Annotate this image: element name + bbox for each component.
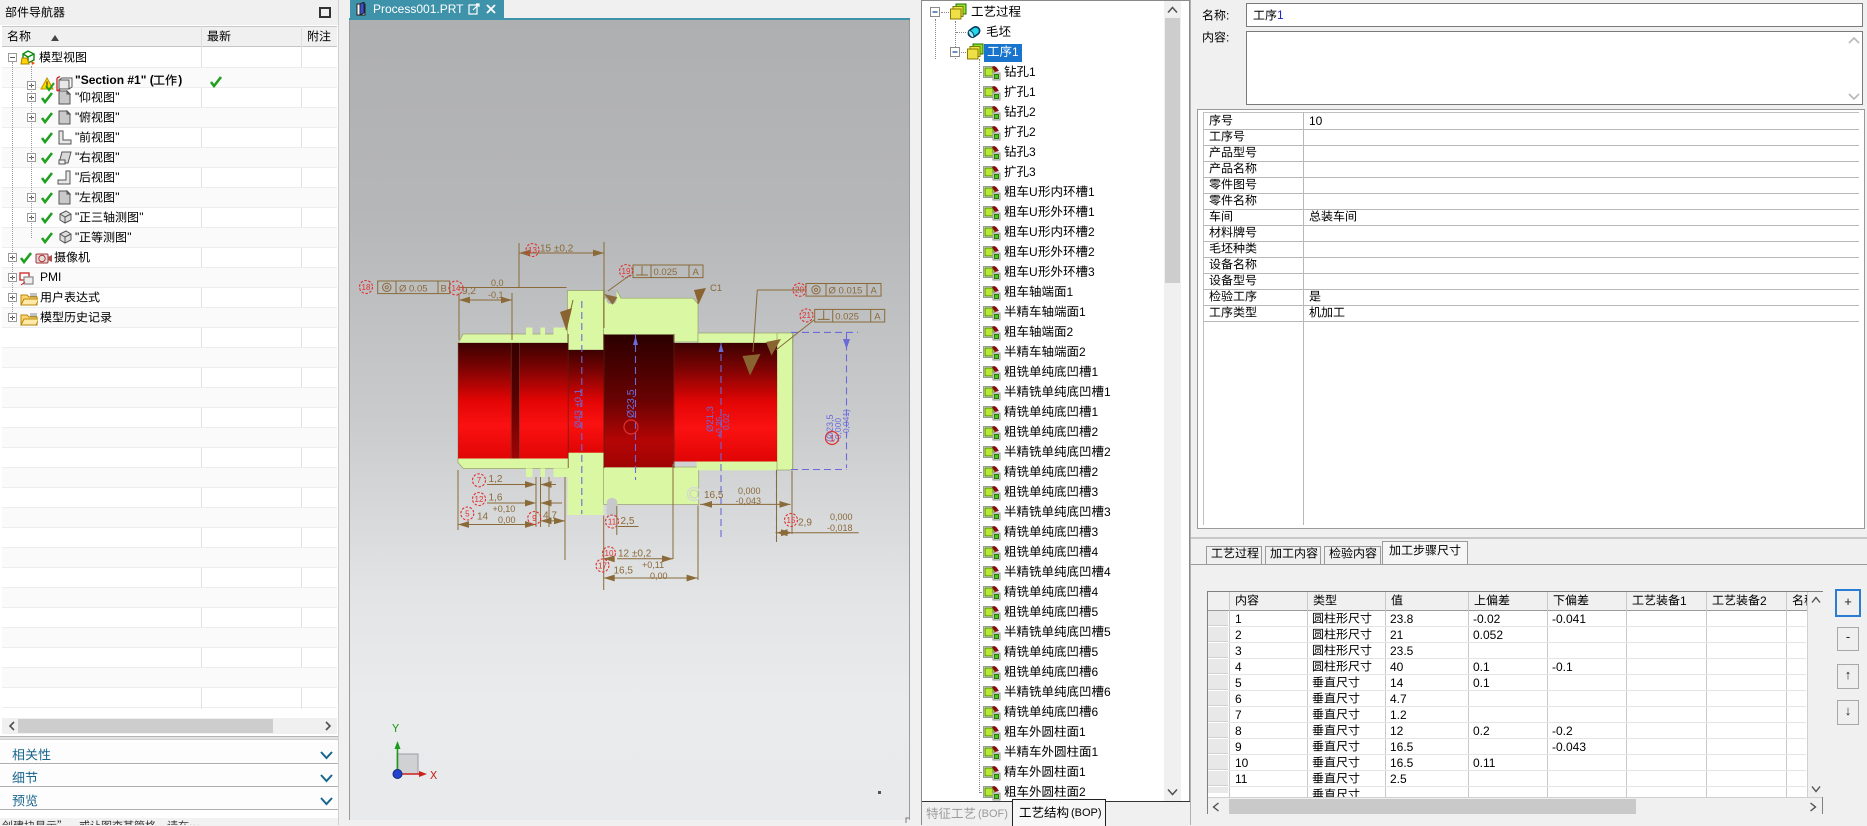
svg-text:1: 1 <box>1029 65 1036 79</box>
svg-text:B: B <box>441 284 447 295</box>
svg-text:Ø 0.05: Ø 0.05 <box>399 284 428 295</box>
svg-text:U: U <box>1029 185 1038 199</box>
svg-text:0,00: 0,00 <box>650 571 668 581</box>
svg-text:6: 6 <box>1092 705 1099 719</box>
svg-text:18: 18 <box>362 283 371 292</box>
svg-text:5: 5 <box>465 509 470 518</box>
svg-text:4: 4 <box>1092 545 1099 559</box>
svg-text:11: 11 <box>608 517 617 526</box>
svg-text:2: 2 <box>1092 425 1099 439</box>
svg-text:3: 3 <box>1029 165 1036 179</box>
svg-text:2: 2 <box>1079 345 1086 359</box>
svg-text:2,5: 2,5 <box>621 516 635 527</box>
svg-text:-0,018: -0,018 <box>827 523 853 533</box>
svg-text:2: 2 <box>1029 125 1036 139</box>
svg-text:A: A <box>874 311 881 322</box>
svg-text:3: 3 <box>1088 265 1095 279</box>
svg-text:X: X <box>430 769 437 783</box>
svg-text:U: U <box>1029 225 1038 239</box>
svg-text:1: 1 <box>1079 765 1086 779</box>
svg-text:Ø23,5: Ø23,5 <box>625 389 637 418</box>
svg-text:U: U <box>1029 205 1038 219</box>
svg-text:0,0: 0,0 <box>491 278 504 288</box>
svg-text:9: 9 <box>532 514 537 523</box>
svg-text:1: 1 <box>1092 405 1099 419</box>
svg-text:1: 1 <box>1104 385 1111 399</box>
svg-text:6: 6 <box>1092 665 1099 679</box>
svg-text:21: 21 <box>802 311 811 320</box>
svg-text:2: 2 <box>1029 105 1036 119</box>
svg-text:A: A <box>693 267 700 278</box>
svg-text:1: 1 <box>1079 725 1086 739</box>
svg-text:3: 3 <box>1029 145 1036 159</box>
svg-text:U: U <box>1029 245 1038 259</box>
svg-text:0,000: 0,000 <box>830 512 853 522</box>
svg-text:9,2: 9,2 <box>462 286 476 297</box>
svg-text:1: 1 <box>1092 745 1099 759</box>
svg-text:2: 2 <box>1104 445 1111 459</box>
svg-text:1: 1 <box>1012 45 1019 59</box>
svg-text:Ø43 ±0,1: Ø43 ±0,1 <box>573 389 584 428</box>
svg-text:15 ±0,2: 15 ±0,2 <box>540 244 574 255</box>
svg-text:1: 1 <box>1029 85 1036 99</box>
svg-text:1: 1 <box>1067 285 1074 299</box>
svg-text:1: 1 <box>1088 205 1095 219</box>
svg-text:A: A <box>871 286 878 297</box>
svg-text:1: 1 <box>1088 185 1095 199</box>
svg-text:6: 6 <box>1104 685 1111 699</box>
svg-text:13: 13 <box>528 246 537 255</box>
svg-text:4: 4 <box>1104 565 1111 579</box>
svg-text:Ø 0.015: Ø 0.015 <box>829 286 863 297</box>
svg-text:-0,041): -0,041) <box>841 409 851 436</box>
svg-text:5: 5 <box>1092 645 1099 659</box>
svg-text:1: 1 <box>829 434 834 444</box>
svg-text:2: 2 <box>1088 245 1095 259</box>
svg-text:19: 19 <box>622 267 631 276</box>
svg-text::: : <box>1226 9 1229 23</box>
svg-text:-0,1: -0,1 <box>488 290 504 300</box>
svg-text:12 ±0,2: 12 ±0,2 <box>618 549 652 560</box>
svg-text:1,6: 1,6 <box>489 493 503 504</box>
svg-text:3: 3 <box>1104 505 1111 519</box>
svg-text:U: U <box>1029 265 1038 279</box>
svg-text:3: 3 <box>1092 485 1099 499</box>
svg-text:1: 1 <box>1079 305 1086 319</box>
svg-text:1,2: 1,2 <box>489 474 503 485</box>
svg-text:0.025: 0.025 <box>654 267 678 278</box>
svg-text:Y: Y <box>392 722 399 736</box>
svg-text:17: 17 <box>598 561 607 570</box>
svg-text:2,9: 2,9 <box>798 518 812 529</box>
svg-text:C1: C1 <box>710 283 722 294</box>
svg-text:0.025: 0.025 <box>835 311 859 322</box>
svg-text:0,000: 0,000 <box>738 486 761 496</box>
svg-text:14: 14 <box>452 284 461 293</box>
svg-text:14: 14 <box>477 512 489 523</box>
svg-text:7: 7 <box>477 476 482 485</box>
svg-text:15: 15 <box>787 516 796 525</box>
svg-text:16,5: 16,5 <box>614 566 634 577</box>
svg-text:+0,11: +0,11 <box>642 560 664 570</box>
svg-text:5: 5 <box>1092 605 1099 619</box>
svg-text:16,5: 16,5 <box>704 490 724 501</box>
svg-text:+0,10: +0,10 <box>493 504 516 514</box>
svg-text:0,02: 0,02 <box>721 413 731 430</box>
svg-text:12: 12 <box>475 495 484 504</box>
svg-text:1: 1 <box>1092 365 1099 379</box>
svg-text:3: 3 <box>1092 525 1099 539</box>
svg-text::: : <box>1226 31 1229 45</box>
svg-text:2: 2 <box>1092 465 1099 479</box>
svg-text:4: 4 <box>1092 585 1099 599</box>
svg-text:2: 2 <box>1079 785 1086 799</box>
svg-text:2: 2 <box>1067 325 1074 339</box>
svg-text:5: 5 <box>1104 625 1111 639</box>
svg-text:2: 2 <box>1088 225 1095 239</box>
svg-text:0,00: 0,00 <box>498 515 516 525</box>
